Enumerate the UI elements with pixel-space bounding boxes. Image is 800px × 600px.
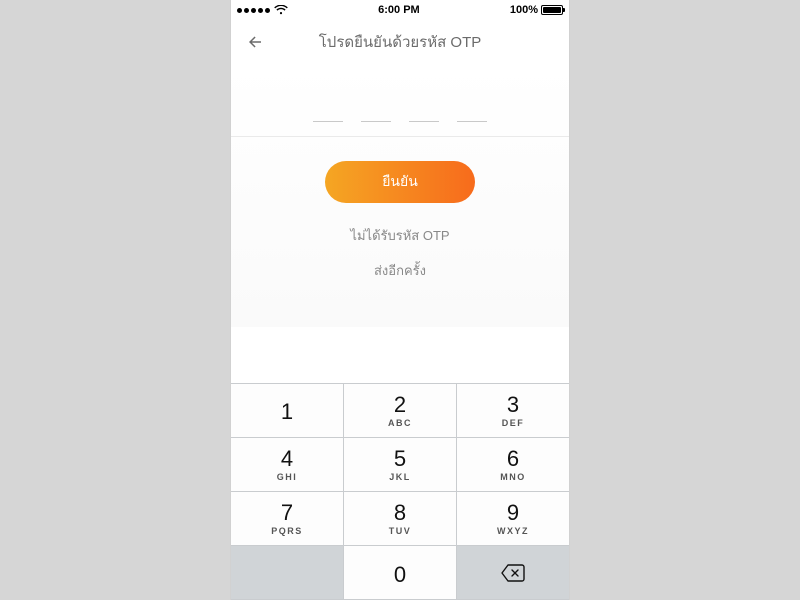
keypad-key-0-num: 0: [394, 564, 406, 586]
keypad-key-blank: [231, 546, 344, 600]
keypad-key-7-num: 7: [281, 502, 293, 524]
keypad-key-3-letters: DEF: [502, 418, 525, 428]
keypad-key-7[interactable]: 7 PQRS: [231, 492, 344, 546]
keypad-key-4[interactable]: 4 GHI: [231, 438, 344, 492]
keypad-key-5-num: 5: [394, 448, 406, 470]
otp-digit-3[interactable]: [409, 98, 439, 122]
arrow-left-icon: [246, 33, 264, 51]
nav-header: โปรดยืนยันด้วยรหัส OTP: [231, 20, 569, 64]
confirm-button[interactable]: ยืนยัน: [325, 161, 475, 203]
wifi-icon: [274, 5, 288, 15]
otp-input-group: [231, 98, 569, 122]
phone-frame: 6:00 PM 100% โปรดยืนยันด้วยรหัส OTP ยืนย…: [231, 0, 569, 600]
back-button[interactable]: [241, 28, 269, 56]
otp-digit-4[interactable]: [457, 98, 487, 122]
status-left: [237, 5, 288, 15]
keypad-key-2-letters: ABC: [388, 418, 412, 428]
signal-strength-icon: [237, 8, 270, 13]
battery-icon: [541, 5, 563, 15]
backspace-icon: [500, 564, 526, 582]
keypad-key-9[interactable]: 9 WXYZ: [457, 492, 569, 546]
content-area: ยืนยัน ไม่ได้รับรหัส OTP ส่งอีกครั้ง: [231, 64, 569, 327]
keypad-key-3[interactable]: 3 DEF: [457, 384, 569, 438]
keypad-key-3-num: 3: [507, 394, 519, 416]
keypad-key-9-num: 9: [507, 502, 519, 524]
status-time: 6:00 PM: [378, 4, 420, 16]
keypad-key-2[interactable]: 2 ABC: [344, 384, 457, 438]
keypad-key-0[interactable]: 0: [344, 546, 457, 600]
keypad-key-backspace[interactable]: [457, 546, 569, 600]
keypad-key-5-letters: JKL: [389, 472, 411, 482]
keypad-key-7-letters: PQRS: [271, 526, 303, 536]
status-bar: 6:00 PM 100%: [231, 0, 569, 20]
status-right: 100%: [510, 4, 563, 16]
divider: [231, 136, 569, 137]
keypad-key-9-letters: WXYZ: [497, 526, 529, 536]
page-title: โปรดยืนยันด้วยรหัส OTP: [231, 30, 569, 54]
resend-link[interactable]: ส่งอีกครั้ง: [231, 260, 569, 327]
keypad-key-8[interactable]: 8 TUV: [344, 492, 457, 546]
keypad-key-6-letters: MNO: [500, 472, 526, 482]
otp-digit-2[interactable]: [361, 98, 391, 122]
keypad-key-4-letters: GHI: [277, 472, 298, 482]
keypad-key-5[interactable]: 5 JKL: [344, 438, 457, 492]
keypad-key-6-num: 6: [507, 448, 519, 470]
numeric-keypad: 1 2 ABC 3 DEF 4 GHI 5 JKL 6 MNO 7 PQRS 8 TUV 9 W…: [231, 383, 569, 600]
keypad-key-4-num: 4: [281, 448, 293, 470]
keypad-key-1-num: 1: [281, 401, 293, 423]
otp-digit-1[interactable]: [313, 98, 343, 122]
keypad-key-8-letters: TUV: [389, 526, 412, 536]
battery-percent: 100%: [510, 4, 538, 16]
keypad-key-2-num: 2: [394, 394, 406, 416]
keypad-key-6[interactable]: 6 MNO: [457, 438, 569, 492]
keypad-key-8-num: 8: [394, 502, 406, 524]
not-received-label: ไม่ได้รับรหัส OTP: [231, 225, 569, 246]
keypad-key-1[interactable]: 1: [231, 384, 344, 438]
